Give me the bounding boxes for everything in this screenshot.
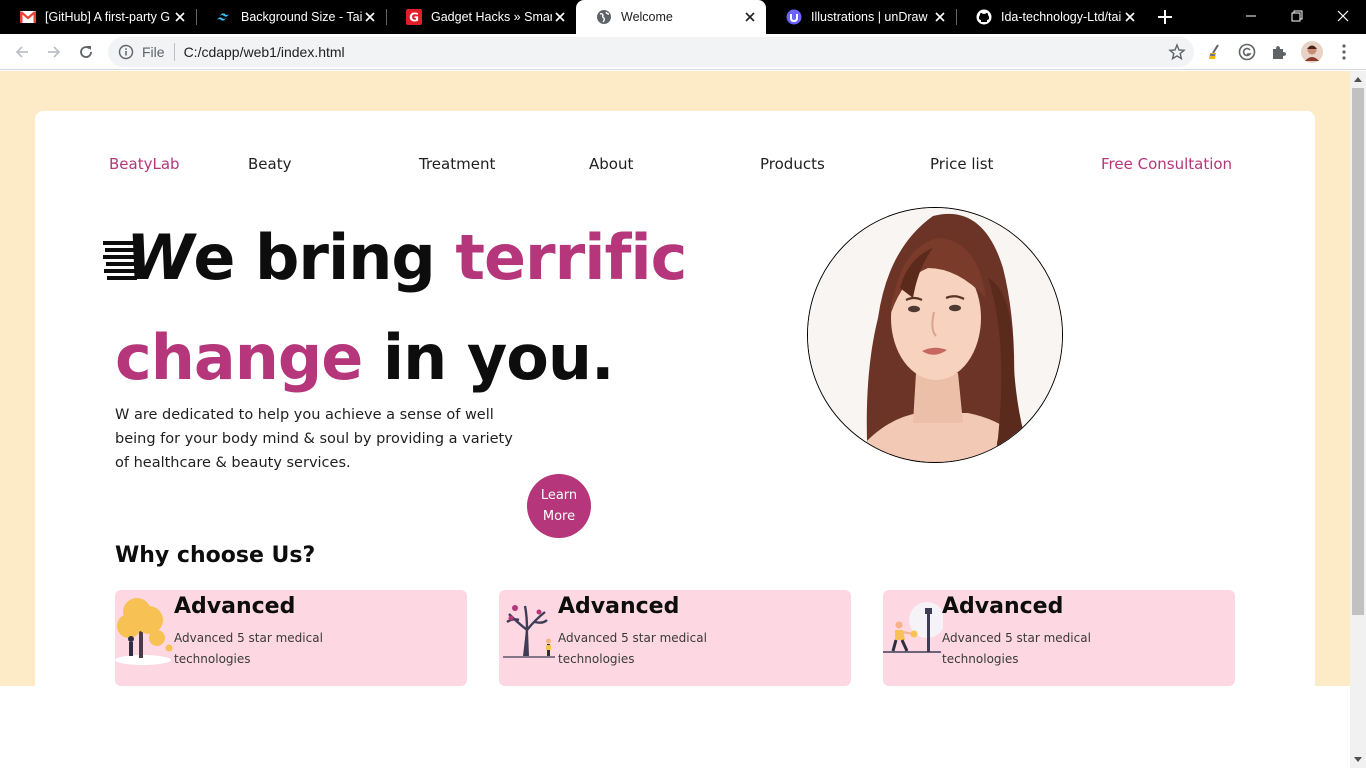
tab-gmail[interactable]: [GitHub] A first-party G [0,0,196,34]
close-tab-icon[interactable] [552,9,568,25]
nav-link-beaty[interactable]: Beaty [248,155,291,173]
hero-portrait-image [807,207,1063,463]
tab-gadget-hacks[interactable]: G Gadget Hacks » Smartp [386,0,576,34]
caret-down-icon [1354,757,1362,762]
new-tab-button[interactable] [1154,6,1176,28]
bare-tree-illustration-icon [503,605,555,658]
bookmark-star-icon[interactable] [1168,43,1186,61]
feature-card: Advanced Advanced 5 star medical technol… [883,590,1235,686]
hero-description: W are dedicated to help you achieve a se… [115,407,513,471]
section-heading-why-choose-us: Why choose Us? [115,543,316,568]
globe-icon [596,9,612,25]
nav-link-about[interactable]: About [589,155,633,173]
profile-avatar[interactable] [1301,41,1323,63]
feature-description: Advanced 5 star medical technologies [558,631,707,666]
more-vertical-icon [1342,44,1346,60]
browser-toolbar: File C:/cdapp/web1/index.html [0,34,1366,70]
feature-description: Advanced 5 star medical technologies [174,631,323,666]
brand-logo[interactable]: BeatyLab [109,155,180,173]
feature-card: Advanced Advanced 5 star medical technol… [499,590,851,686]
scheme-label: File [142,44,165,60]
close-tab-icon[interactable] [172,9,188,25]
close-window-button[interactable] [1320,0,1366,32]
restore-icon [1291,10,1303,22]
learn-more-label-2: More [542,509,576,524]
undraw-icon [786,9,802,25]
restore-button[interactable] [1274,0,1320,32]
feature-title: Advanced [174,594,296,619]
tailwind-icon [216,9,232,25]
nav-link-price-list[interactable]: Price list [930,155,993,173]
person-post-illustration-icon [883,602,943,653]
tab-undraw[interactable]: Illustrations | unDraw [766,0,956,34]
nav-link-products[interactable]: Products [760,155,825,173]
close-tab-icon[interactable] [362,9,378,25]
extension-broom-icon[interactable] [1205,42,1225,62]
free-consultation-link[interactable]: Free Consultation [1101,155,1232,173]
hero-line1-text: e bring [193,221,435,294]
info-icon[interactable] [118,44,134,60]
address-bar[interactable]: File C:/cdapp/web1/index.html [108,37,1194,67]
tab-title: Ida-technology-Ltd/tail [1001,10,1122,24]
hero-accent-terrific: terrific [455,221,687,294]
learn-more-button[interactable]: Learn More [527,474,591,538]
arrow-right-icon [48,46,61,58]
feature-description: Advanced 5 star medical technologies [942,631,1091,666]
nav-link-treatment[interactable]: Treatment [419,155,495,173]
close-tab-icon[interactable] [932,9,948,25]
github-icon [976,9,992,25]
page-scrollbar[interactable] [1350,71,1366,768]
scroll-down-button[interactable] [1350,752,1366,768]
tab-title: Illustrations | unDraw [811,10,928,24]
feature-title: Advanced [942,594,1064,619]
browser-menu-button[interactable] [1334,42,1354,62]
extensions-puzzle-icon[interactable] [1269,42,1289,62]
gmail-icon [20,9,36,25]
tab-title: Background Size - Tailw [241,10,362,24]
hero-headline-line-1: We bring terrific [126,221,687,294]
minimize-icon [1246,15,1256,17]
tab-welcome[interactable]: Welcome [576,0,766,34]
tab-title: Gadget Hacks » Smartp [431,10,552,24]
page-viewport: BeatyLab Beaty Treatment About Products … [0,71,1350,768]
close-icon [1337,10,1349,22]
scrollbar-thumb[interactable] [1352,88,1364,615]
tab-title: Welcome [621,10,673,24]
tab-title: [GitHub] A first-party G [45,10,171,24]
tab-tailwind[interactable]: Background Size - Tailw [196,0,386,34]
reload-button[interactable] [74,40,98,64]
url-text[interactable]: C:/cdapp/web1/index.html [184,44,345,60]
hero-headline-line-2: change in you. [115,321,615,394]
extension-grammarly-icon[interactable] [1237,42,1257,62]
forward-button[interactable] [42,40,66,64]
learn-more-label-1: Learn [540,488,578,503]
arrow-left-icon [15,46,28,58]
plus-icon [1158,10,1172,24]
tab-github[interactable]: Ida-technology-Ltd/tail [956,0,1146,34]
close-tab-icon[interactable] [1122,9,1138,25]
reload-icon [80,46,92,58]
svg-text:G: G [409,11,419,25]
close-tab-icon[interactable] [742,9,758,25]
hero-line2-text: in you. [382,321,615,394]
browser-tab-strip: [GitHub] A first-party G Background Size… [0,0,1366,34]
gadget-hacks-icon: G [406,9,422,25]
tree-illustration-icon [115,598,173,665]
feature-title: Advanced [558,594,680,619]
hero-initial-w: W [126,221,194,294]
hero-accent-change: change [115,321,363,394]
caret-up-icon [1354,77,1362,82]
divider [173,43,175,61]
minimize-button[interactable] [1228,0,1274,32]
back-button[interactable] [10,40,34,64]
feature-card: Advanced Advanced 5 star medical technol… [115,590,467,686]
scroll-up-button[interactable] [1350,71,1366,87]
